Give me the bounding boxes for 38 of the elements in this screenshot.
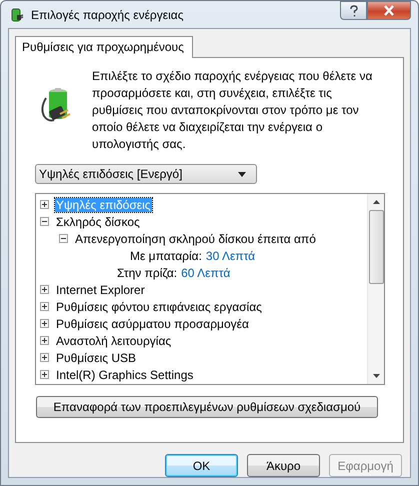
tree-item[interactable]: Ρυθμίσεις USB — [55, 350, 138, 364]
setting-value-link[interactable]: 60 Λεπτά — [181, 266, 230, 280]
tree-item[interactable]: Απενεργοποίηση σκληρού δίσκου έπειτα από — [74, 232, 317, 246]
tree-item[interactable]: Σκληρός δίσκος — [55, 214, 141, 228]
tab[interactable]: Ρυθμίσεις για προχωρημένους — [15, 36, 193, 58]
close-icon — [383, 5, 395, 16]
tree-item[interactable]: Ρυθμίσεις φόντου επιφάνειας εργασίας — [55, 300, 263, 314]
expand-icon[interactable] — [40, 200, 49, 209]
restore-defaults-button[interactable]: Επαναφορά των προεπιλεγμένων ρυθμίσεων σχεδιασμού — [36, 396, 378, 418]
scroll-up-icon[interactable] — [372, 200, 380, 204]
expand-icon[interactable] — [40, 336, 49, 345]
collapse-icon[interactable] — [59, 234, 68, 243]
tree-item[interactable]: Intel(R) Graphics Settings — [55, 368, 194, 382]
help-icon — [348, 4, 358, 16]
expand-icon[interactable] — [40, 353, 49, 362]
close-button[interactable] — [367, 1, 411, 20]
setting-value-link[interactable]: 30 Λεπτά — [206, 248, 256, 262]
expand-icon[interactable] — [40, 370, 49, 379]
caret-icon — [238, 172, 246, 176]
window-title: Επιλογές παροχής ενέργειας — [31, 8, 184, 22]
help-button[interactable] — [340, 1, 367, 20]
setting-label: Με μπαταρία: — [130, 248, 202, 262]
dialog-button[interactable]: ΟΚ — [165, 454, 238, 477]
scrollbar-thumb[interactable] — [368, 210, 384, 284]
tree-item[interactable]: Αναστολή λειτουργίας — [55, 334, 172, 348]
expand-icon[interactable] — [40, 319, 49, 328]
scrollbar[interactable] — [367, 194, 384, 384]
plan-dropdown[interactable]: Υψηλές επιδόσεις [Ενεργό] — [35, 164, 257, 184]
battery-plug-icon — [9, 6, 25, 22]
collapse-icon[interactable] — [40, 217, 49, 226]
description-text: Επιλέξτε το σχέδιο παροχής ενέργειας που θέλετε να προσαρμόσετε και, στη συνέχεια, επιλέξτε τις ρυθμίσεις που ανταποκρίνονται στον τρόπο με τον οποίο θέλετε να διαχειρίζεται την ενέργεια ο υπολογιστής σας. — [92, 68, 374, 153]
expand-icon[interactable] — [40, 302, 49, 311]
scroll-down-icon[interactable] — [372, 374, 380, 378]
expand-icon[interactable] — [40, 285, 49, 294]
dialog-button[interactable]: Άκυρο — [247, 454, 320, 477]
tree-item[interactable]: Ρυθμίσεις ασύρματου προσαρμογέα — [55, 316, 250, 330]
tree-item[interactable]: Internet Explorer — [55, 282, 146, 296]
setting-label: Στην πρίζα: — [117, 266, 178, 280]
